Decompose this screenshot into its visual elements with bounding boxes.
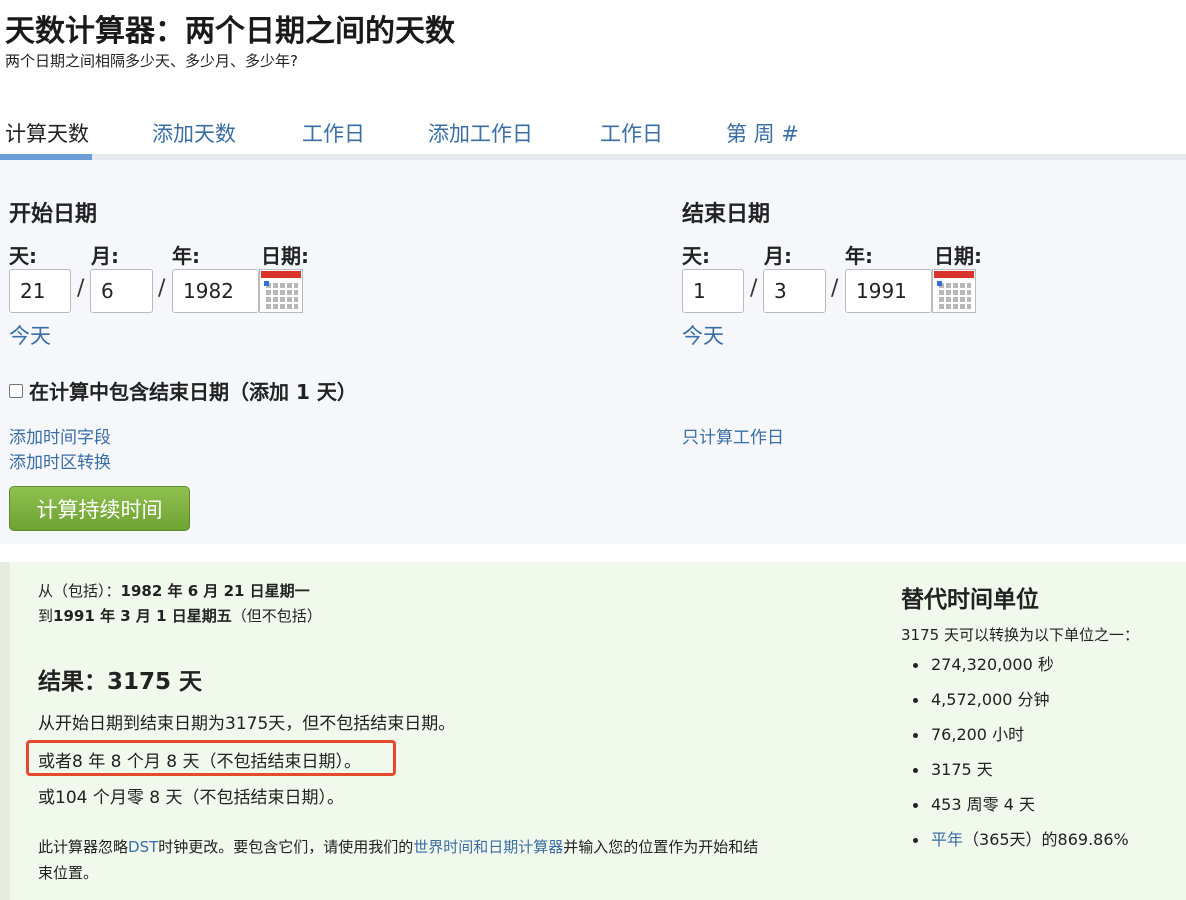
page-subtitle: 两个日期之间相隔多少天、多少月、多少年? [5, 52, 298, 70]
dst-link[interactable]: DST [128, 838, 158, 856]
start-year-input[interactable] [172, 269, 259, 313]
start-date-label: 日期: [261, 244, 309, 268]
alt-units-intro: 3175 天可以转换为以下单位之一： [901, 626, 1139, 644]
alt-unit-hours: 76,200 小时 [901, 722, 1129, 757]
alt-unit-seconds: 274,320,000 秒 [901, 652, 1129, 687]
alt-unit-weeks: 453 周零 4 天 [901, 792, 1129, 827]
result-heading: 结果：3175 天 [38, 669, 203, 695]
date-separator: / [77, 276, 85, 301]
include-end-option[interactable]: 在计算中包含结束日期（添加 1 天） [9, 376, 357, 405]
start-date-heading: 开始日期 [9, 202, 98, 227]
end-year-input[interactable] [845, 269, 932, 313]
alt-unit-days: 3175 天 [901, 757, 1129, 792]
calendar-icon[interactable] [259, 269, 303, 313]
tab-week-number[interactable]: 第 周 # [726, 118, 799, 148]
start-today-link[interactable]: 今天 [9, 320, 51, 350]
date-form: 开始日期 天: 月: 年: 日期: / / 今天 结束日期 天: 月: 年: 日… [0, 160, 1186, 544]
end-month-label: 月: [764, 244, 792, 268]
end-today-link[interactable]: 今天 [682, 320, 724, 350]
result-to-line: 到1991 年 3 月 1 日星期五（但不包括） [38, 607, 322, 625]
alt-units-heading: 替代时间单位 [901, 587, 1039, 613]
start-day-input[interactable] [9, 269, 71, 313]
world-time-calculator-link[interactable]: 世界时间和日期计算器 [413, 838, 563, 856]
tab-workdays-2[interactable]: 工作日 [600, 118, 663, 148]
result-line-months: 或104 个月零 8 天（不包括结束日期）。 [38, 788, 344, 808]
tab-add-days[interactable]: 添加天数 [152, 118, 236, 148]
end-month-input[interactable] [763, 269, 826, 313]
workdays-only-link[interactable]: 只计算工作日 [682, 423, 784, 448]
end-day-input[interactable] [682, 269, 744, 313]
start-month-label: 月: [91, 244, 119, 268]
page-title: 天数计算器：两个日期之间的天数 [5, 14, 455, 49]
highlight-annotation [26, 740, 396, 776]
end-date-heading: 结束日期 [682, 202, 771, 227]
dst-note-line2: 束位置。 [38, 864, 99, 882]
end-day-label: 天: [682, 244, 710, 268]
start-day-label: 天: [9, 244, 37, 268]
tab-add-workdays[interactable]: 添加工作日 [428, 118, 533, 148]
add-time-fields-link[interactable]: 添加时间字段 [9, 423, 111, 448]
date-separator: / [831, 276, 839, 301]
tab-calc-days[interactable]: 计算天数 [5, 118, 89, 148]
end-date-label: 日期: [934, 244, 982, 268]
tab-bar: 计算天数 添加天数 工作日 添加工作日 工作日 第 周 # [0, 104, 1186, 160]
alt-unit-minutes: 4,572,000 分钟 [901, 687, 1129, 722]
date-separator: / [750, 276, 758, 301]
start-month-input[interactable] [90, 269, 153, 313]
add-timezone-link[interactable]: 添加时区转换 [9, 448, 111, 473]
dst-note-line1: 此计算器忽略DST时钟更改。要包含它们，请使用我们的世界时间和日期计算器并输入您… [38, 838, 759, 856]
result-line-days: 从开始日期到结束日期为3175天，但不包括结束日期。 [38, 714, 456, 734]
alt-unit-year-percent: 平年（365天）的869.86% [901, 827, 1129, 862]
calendar-icon[interactable] [932, 269, 976, 313]
include-end-checkbox[interactable] [9, 383, 23, 398]
calculate-duration-button[interactable]: 计算持续时间 [9, 486, 190, 531]
end-year-label: 年: [845, 244, 873, 268]
alt-units-list: 274,320,000 秒 4,572,000 分钟 76,200 小时 317… [901, 652, 1129, 862]
include-end-label[interactable]: 在计算中包含结束日期（添加 1 天） [29, 376, 357, 405]
result-panel: 从（包括）：1982 年 6 月 21 日星期一 到1991 年 3 月 1 日… [0, 562, 1186, 900]
tab-workdays[interactable]: 工作日 [302, 118, 365, 148]
common-year-link[interactable]: 平年 [931, 830, 963, 849]
result-from-line: 从（包括）：1982 年 6 月 21 日星期一 [38, 582, 310, 600]
date-separator: / [158, 276, 166, 301]
start-year-label: 年: [172, 244, 200, 268]
